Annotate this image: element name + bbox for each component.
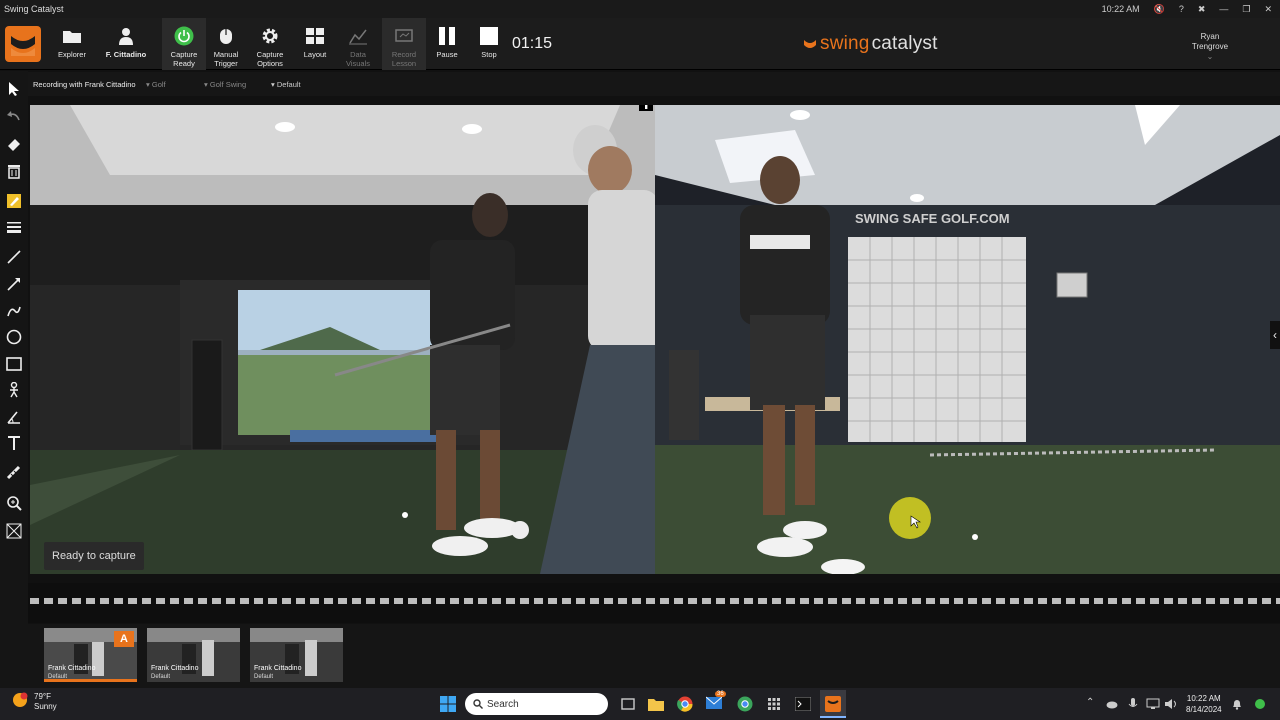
trash-icon[interactable] bbox=[4, 161, 24, 181]
title-time: 10:22 AM bbox=[1101, 4, 1140, 14]
chevron-down-icon: ⌄ bbox=[1206, 52, 1214, 61]
os-taskbar: 79°F Sunny Search 36 ⌃ 10:22 AM 8/14/202… bbox=[0, 688, 1280, 720]
ruler-tool-icon[interactable] bbox=[4, 463, 24, 483]
chevron-up-icon[interactable]: ⌃ bbox=[1086, 697, 1094, 708]
gear-icon bbox=[259, 26, 281, 46]
help-icon[interactable]: ? bbox=[1179, 4, 1184, 14]
mail-icon[interactable]: 36 bbox=[705, 691, 726, 715]
drawing-toolbar bbox=[0, 71, 28, 688]
clip-thumbnail[interactable]: Frank Cittadino Default bbox=[250, 628, 343, 682]
sport-selector[interactable]: ▾ Golf bbox=[146, 80, 166, 89]
person-icon bbox=[115, 26, 137, 46]
rectangle-tool-icon[interactable] bbox=[4, 354, 24, 374]
app-title: Swing Catalyst bbox=[4, 4, 64, 14]
pointer-icon[interactable] bbox=[4, 79, 24, 99]
chevron-left-icon[interactable]: ‹ bbox=[1270, 321, 1280, 349]
timeline[interactable] bbox=[28, 583, 1280, 623]
crosshair-icon[interactable] bbox=[4, 521, 24, 541]
capture-status: Ready to capture bbox=[44, 542, 144, 570]
stop-icon bbox=[478, 26, 500, 46]
sun-icon bbox=[13, 692, 28, 707]
microphone-icon[interactable] bbox=[1128, 698, 1138, 710]
capture-options-button[interactable]: Capture Options bbox=[248, 18, 292, 70]
layout-button[interactable]: Layout bbox=[296, 18, 334, 70]
mute-icon[interactable]: 🔇 bbox=[1154, 4, 1165, 15]
session-info-bar: Recording with Frank Cittadino ▾ Golf ▾ … bbox=[28, 72, 1280, 96]
tools-icon[interactable]: ✖ bbox=[1198, 4, 1206, 15]
app-logo[interactable] bbox=[5, 26, 41, 62]
capture-ready-button[interactable]: Capture Ready bbox=[162, 18, 206, 70]
clip-strip: A Frank Cittadino Default Frank Cittadin… bbox=[28, 624, 1280, 688]
pause-button[interactable]: Pause bbox=[430, 18, 464, 70]
zoom-icon[interactable] bbox=[4, 493, 24, 513]
windows-start-icon[interactable] bbox=[440, 696, 456, 712]
player-button[interactable]: F. Cittadino bbox=[100, 18, 152, 70]
user-menu[interactable]: Ryan Trengrove ⌄ bbox=[1180, 32, 1240, 62]
preset-selector[interactable]: ▾ Default bbox=[271, 80, 301, 89]
stop-button[interactable]: Stop bbox=[474, 18, 504, 70]
angle-badge: A bbox=[114, 631, 134, 647]
chrome-alt-icon[interactable] bbox=[737, 696, 753, 712]
network-icon[interactable] bbox=[1146, 698, 1160, 710]
curve-tool-icon[interactable] bbox=[4, 301, 24, 321]
activity-selector[interactable]: ▾ Golf Swing bbox=[204, 80, 246, 89]
brand-logo: swing catalyst bbox=[802, 33, 938, 55]
line-tool-icon[interactable] bbox=[4, 247, 24, 267]
text-tool-icon[interactable] bbox=[4, 433, 24, 453]
title-bar: Swing Catalyst 10:22 AM 🔇 ? ✖ — ❐ ✕ bbox=[0, 0, 1280, 18]
mail-count-badge: 36 bbox=[715, 691, 726, 697]
widget-icon[interactable] bbox=[1254, 698, 1266, 710]
calculator-icon[interactable] bbox=[767, 697, 781, 711]
chart-icon bbox=[347, 26, 369, 46]
mouse-icon bbox=[215, 26, 237, 46]
task-view-icon[interactable] bbox=[621, 697, 635, 711]
pencil-color-icon[interactable] bbox=[4, 191, 24, 211]
clip-progress-bar bbox=[44, 679, 137, 682]
taskbar-clock[interactable]: 10:22 AM 8/14/2024 bbox=[1186, 693, 1222, 715]
main-toolbar: Explorer F. Cittadino Capture Ready Manu… bbox=[0, 18, 1280, 70]
weather-widget[interactable]: 79°F Sunny bbox=[12, 692, 57, 712]
file-explorer-icon[interactable] bbox=[648, 697, 664, 711]
arrow-tool-icon[interactable] bbox=[4, 274, 24, 294]
explorer-button[interactable]: Explorer bbox=[52, 18, 92, 70]
skeleton-tool-icon[interactable] bbox=[4, 380, 24, 400]
swing-catalyst-icon bbox=[825, 696, 841, 712]
recording-timer: 01:15 bbox=[512, 35, 553, 52]
power-icon bbox=[173, 26, 195, 46]
undo-icon[interactable] bbox=[4, 107, 24, 127]
notification-bell-icon[interactable] bbox=[1231, 698, 1243, 710]
angle-tool-icon[interactable] bbox=[4, 407, 24, 427]
terminal-icon[interactable] bbox=[795, 697, 811, 711]
minimize-icon[interactable]: — bbox=[1219, 4, 1228, 14]
data-visuals-button[interactable]: Data Visuals bbox=[338, 18, 378, 70]
volume-icon[interactable] bbox=[1164, 698, 1178, 710]
circle-tool-icon[interactable] bbox=[4, 327, 24, 347]
restore-icon[interactable]: ❐ bbox=[1242, 4, 1250, 15]
close-icon[interactable]: ✕ bbox=[1264, 4, 1272, 15]
wall-sign: SWING SAFE GOLF.COM bbox=[855, 211, 1010, 226]
grid-icon bbox=[304, 26, 326, 46]
folder-icon bbox=[61, 26, 83, 46]
manual-trigger-button[interactable]: Manual Trigger bbox=[206, 18, 246, 70]
eraser-icon[interactable] bbox=[4, 134, 24, 154]
timeline-track[interactable] bbox=[30, 598, 1280, 604]
chrome-icon[interactable] bbox=[677, 696, 693, 712]
record-lesson-button[interactable]: Record Lesson bbox=[382, 18, 426, 70]
info-icon[interactable] bbox=[639, 105, 653, 111]
search-icon bbox=[473, 699, 483, 709]
clip-thumbnail[interactable]: A Frank Cittadino Default bbox=[44, 628, 137, 682]
swing-catalyst-task[interactable] bbox=[820, 690, 846, 718]
pause-icon bbox=[436, 26, 458, 46]
camera-view-right[interactable]: SWING SAFE GOLF.COM ‹ bbox=[655, 105, 1280, 574]
cloud-icon[interactable] bbox=[1106, 698, 1118, 710]
camera-view-left[interactable] bbox=[30, 105, 655, 574]
taskbar-search[interactable]: Search bbox=[465, 693, 608, 715]
recording-label: Recording with Frank Cittadino bbox=[33, 80, 136, 89]
line-width-icon[interactable] bbox=[4, 217, 24, 237]
clip-thumbnail[interactable]: Frank Cittadino Default bbox=[147, 628, 240, 682]
brand-swoosh-icon bbox=[804, 40, 816, 48]
lesson-icon bbox=[393, 26, 415, 46]
